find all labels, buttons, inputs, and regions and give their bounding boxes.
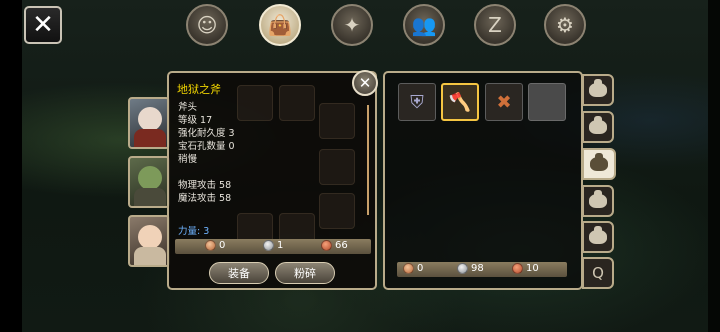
skills-icon: ✦ [343,13,361,37]
orc-face [138,166,162,190]
item-value-bar: 0 1 66 [175,239,371,254]
bronze-total: 0 [417,263,424,274]
item-level: 等级 17 [178,115,213,126]
silver-coin-icon [263,240,274,251]
copper-coin-icon [321,240,332,251]
inventory-slot-axe[interactable]: 🪓 [441,83,479,121]
inventory-slot-armor[interactable]: ⛨ [398,83,436,121]
item-durability: 强化耐久度 3 [178,128,235,139]
silver-total: 98 [471,263,484,274]
item-strength-requirement: 力量: 3 [178,226,210,237]
hero-face [138,107,162,131]
bag-tab-quest[interactable]: Q [582,257,614,289]
close-info-button[interactable]: ✕ [352,70,378,96]
bag-tab-5[interactable] [582,221,614,253]
bag-tab-1[interactable] [582,74,614,106]
bronze-value: 0 [219,240,226,251]
bag-icon [589,79,607,97]
info-scrollbar[interactable] [367,105,369,215]
equip-slot-bg [319,149,355,185]
copper-coin-icon [512,263,523,274]
copper-total: 10 [526,263,539,274]
inventory-slot-empty[interactable] [528,83,566,121]
skills-tab[interactable]: ✦ [331,4,373,46]
party-icon: 👥 [411,13,437,37]
item-stats: 斧头 等级 17 强化耐久度 3 宝石孔数量 0 稍慢 物理攻击 58 魔法攻击… [178,101,235,205]
bag-icon: 👜 [267,13,293,37]
character-tab[interactable]: ☺ [186,4,228,46]
vest-icon: ✖ [496,91,512,113]
quest-bag-icon: Q [592,264,604,282]
bag-tab-3[interactable] [582,148,616,180]
sleep-icon: Z [488,13,502,37]
right-border [708,0,720,332]
bag-tab-4[interactable] [582,185,614,217]
hero-body [134,129,166,147]
party-tab[interactable]: 👥 [403,4,445,46]
silver-value: 1 [277,240,284,251]
settings-tab[interactable]: ⚙ [544,4,586,46]
orc-body [134,188,166,206]
close-inventory-button[interactable]: ✕ [24,6,62,44]
item-physical-attack: 物理攻击 58 [178,180,232,191]
portrait-girl[interactable] [128,215,170,267]
equip-button[interactable]: 装备 [209,262,269,284]
armor-icon: ⛨ [410,91,424,113]
equip-slot-bg [319,193,355,229]
bag-icon [589,226,607,244]
item-name: 地狱之斧 [177,83,221,96]
copper-value: 66 [335,240,348,251]
item-sockets: 宝石孔数量 0 [178,141,235,152]
left-border [0,0,22,332]
bag-icon [589,190,607,208]
currency-bar: 0 98 10 [397,262,567,277]
top-navigation: ☺ 👜 ✦ 👥 Z ⚙ [186,4,592,46]
inventory-slot-vest[interactable]: ✖ [485,83,523,121]
item-speed: 稍慢 [178,154,198,165]
gear-icon: ⚙ [556,13,574,37]
girl-body [134,247,166,265]
inventory-panel: ⛨ 🪓 ✖ 0 98 10 [383,71,583,290]
equip-slot-bg [279,85,315,121]
bag-tab[interactable]: 👜 [259,4,301,46]
axe-icon: 🪓 [448,91,472,113]
equip-slot-bg [319,103,355,139]
item-type: 斧头 [178,102,198,113]
item-magic-attack: 魔法攻击 58 [178,193,232,204]
portrait-hero[interactable] [128,97,170,149]
item-info-panel: 地狱之斧 斧头 等级 17 强化耐久度 3 宝石孔数量 0 稍慢 物理攻击 58… [167,71,377,290]
bronze-coin-icon [403,263,414,274]
bronze-coin-icon [205,240,216,251]
portrait-orc[interactable] [128,156,170,208]
silver-coin-icon [457,263,468,274]
sleep-tab[interactable]: Z [474,4,516,46]
girl-face [138,225,162,249]
bag-icon [590,153,608,171]
shatter-button[interactable]: 粉碎 [275,262,335,284]
bag-icon [589,116,607,134]
equip-slot-bg [237,85,273,121]
bag-tab-2[interactable] [582,111,614,143]
head-icon: ☺ [196,13,218,37]
